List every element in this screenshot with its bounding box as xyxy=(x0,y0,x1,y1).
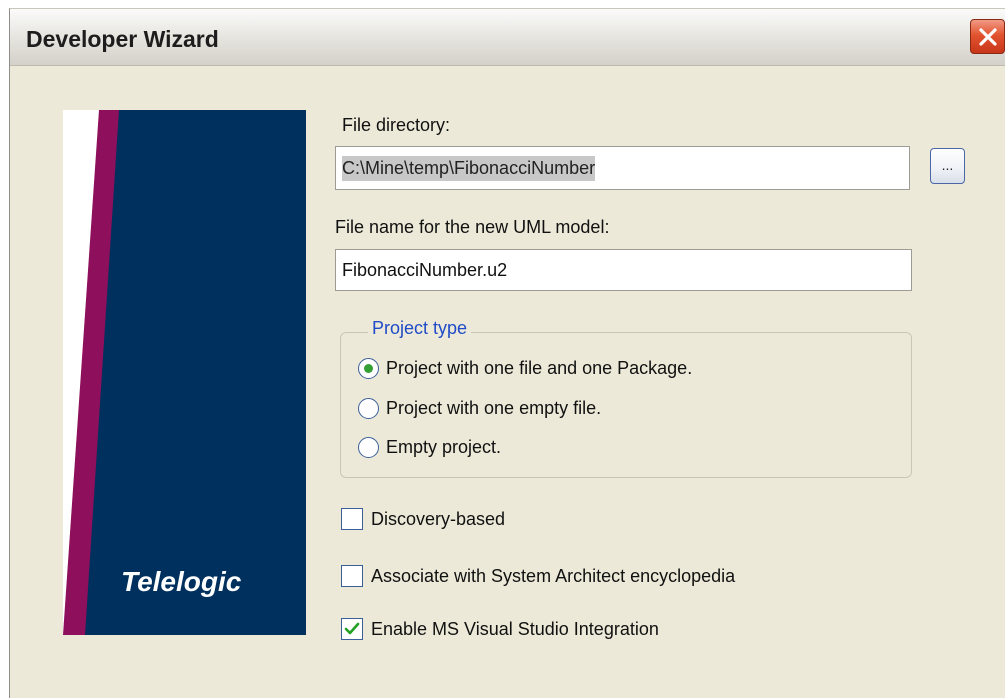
radio-button[interactable] xyxy=(358,437,379,458)
radio-label: Empty project. xyxy=(386,437,502,457)
checkbox-enable-ms-visual-studio[interactable]: Enable MS Visual Studio Integration xyxy=(341,618,659,640)
file-name-label: File name for the new UML model: xyxy=(335,217,610,237)
banner-graphic xyxy=(63,110,306,635)
radio-empty-project[interactable]: Empty project. xyxy=(358,437,501,458)
close-icon xyxy=(979,28,997,46)
checkbox[interactable] xyxy=(341,565,363,587)
project-type-title: Project type xyxy=(368,318,472,339)
checkbox-discovery-based[interactable]: Discovery-based xyxy=(341,508,505,530)
radio-one-file-one-package[interactable]: Project with one file and one Package. xyxy=(358,358,692,379)
checkbox-associate-system-architect[interactable]: Associate with System Architect encyclop… xyxy=(341,565,735,587)
title-bar[interactable]: Developer Wizard xyxy=(10,9,1005,66)
telelogic-logo: Telelogic xyxy=(121,566,242,597)
checkbox[interactable] xyxy=(341,508,363,530)
file-name-input[interactable]: FibonacciNumber.u2 xyxy=(335,249,912,291)
file-name-value: FibonacciNumber.u2 xyxy=(342,259,508,280)
browse-button[interactable]: ... xyxy=(930,148,965,184)
file-directory-input[interactable]: C:\Mine\temp\FibonacciNumber xyxy=(335,146,910,190)
radio-one-empty-file[interactable]: Project with one empty file. xyxy=(358,398,601,419)
radio-button[interactable] xyxy=(358,358,379,379)
checkbox-label: Enable MS Visual Studio Integration xyxy=(371,618,659,639)
radio-label: Project with one file and one Package. xyxy=(386,358,693,378)
checkbox[interactable] xyxy=(341,618,363,640)
telelogic-banner: Telelogic xyxy=(63,110,306,635)
navy-panel xyxy=(85,110,306,635)
radio-button[interactable] xyxy=(358,398,379,419)
window-title: Developer Wizard xyxy=(26,26,219,52)
radio-label: Project with one empty file. xyxy=(386,398,602,418)
checkbox-label: Associate with System Architect encyclop… xyxy=(371,565,736,586)
file-directory-value: C:\Mine\temp\FibonacciNumber xyxy=(342,155,596,181)
checkbox-label: Discovery-based xyxy=(371,508,506,529)
close-button[interactable] xyxy=(970,19,1005,54)
checkmark-icon xyxy=(344,622,360,635)
file-directory-label: File directory: xyxy=(342,115,451,135)
